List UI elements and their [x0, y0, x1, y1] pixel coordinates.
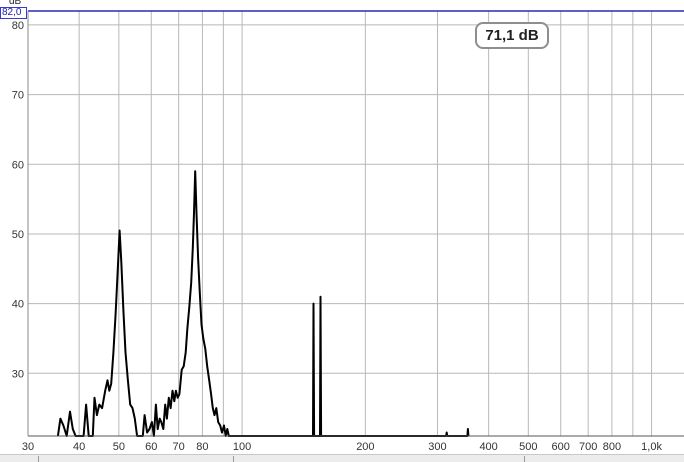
- x-tick-label-13: 800: [603, 441, 621, 453]
- y-tick-label-1: 70: [12, 90, 24, 102]
- horizontal-scrollbar[interactable]: [0, 454, 684, 462]
- y-tick-label-3: 50: [12, 229, 24, 241]
- y-tick-label-2: 60: [12, 159, 24, 171]
- y-tick-label-0: 80: [12, 20, 24, 32]
- level-readout: 71,1 dB: [475, 22, 549, 49]
- x-tick-label-6: 100: [233, 441, 251, 453]
- scrollbar-thumb[interactable]: [38, 456, 234, 462]
- x-tick-label-10: 500: [519, 441, 537, 453]
- x-tick-label-9: 400: [479, 441, 497, 453]
- scrollbar-mark: [524, 456, 525, 462]
- spectrum-chart: 80 70 60 50 40 30 30 40 50 60 70 80 100 200 300 400 500…: [12, 10, 684, 453]
- x-tick-label-1: 40: [73, 441, 85, 453]
- y-tick-label-4: 40: [12, 299, 24, 311]
- y-max-input[interactable]: 82,0: [0, 7, 27, 19]
- y-unit-label: dB: [9, 0, 22, 7]
- x-tick-label-14: 1,0k: [641, 441, 662, 453]
- x-tick-label-12: 700: [579, 441, 597, 453]
- x-tick-label-8: 300: [428, 441, 446, 453]
- y-tick-labels: 80 70 60 50 40 30: [12, 20, 24, 380]
- x-tick-label-2: 50: [113, 441, 125, 453]
- x-tick-label-7: 200: [356, 441, 374, 453]
- x-tick-label-4: 70: [173, 441, 185, 453]
- x-tick-label-11: 600: [552, 441, 570, 453]
- x-tick-label-5: 80: [196, 441, 208, 453]
- x-tick-label-3: 60: [145, 441, 157, 453]
- x-tick-labels: 30 40 50 60 70 80 100 200 300 400 500 600 700 800 1,0k: [22, 441, 663, 453]
- x-tick-label-0: 30: [22, 441, 34, 453]
- y-tick-label-5: 30: [12, 368, 24, 380]
